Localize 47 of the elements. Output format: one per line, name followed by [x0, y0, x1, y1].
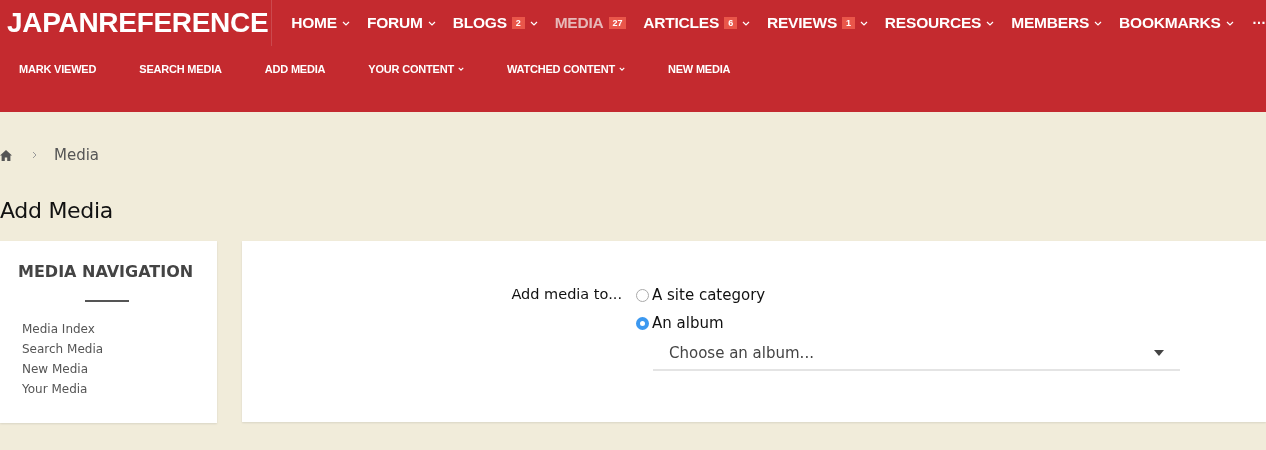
sidebar-title: MEDIA NAVIGATION	[18, 262, 195, 281]
caret-icon	[741, 20, 750, 26]
home-icon[interactable]	[0, 149, 12, 161]
caret-icon	[619, 67, 625, 71]
album-dropdown[interactable]: Choose an album...	[653, 337, 1180, 371]
count-badge: 6	[724, 17, 737, 29]
radio-icon[interactable]	[636, 288, 649, 302]
dropdown-arrow-icon	[1154, 350, 1164, 356]
caret-icon	[529, 20, 538, 26]
page-title: Add Media	[0, 198, 114, 225]
nav-tab[interactable]: HOME	[291, 14, 350, 32]
caret-icon	[859, 20, 868, 26]
nav-tab[interactable]: MEMBERS	[1011, 14, 1103, 32]
nav-tab[interactable]: BOOKMARKS	[1119, 14, 1234, 32]
nav-tab[interactable]: BLOGS 2	[452, 14, 538, 32]
nav-tab[interactable]: FORUM	[366, 14, 436, 32]
count-badge: 1	[842, 17, 855, 29]
subnav-link[interactable]: YOUR CONTENT	[368, 63, 464, 75]
caret-icon	[457, 67, 464, 71]
nav-tab[interactable]: RESOURCES	[884, 14, 995, 32]
radio-option[interactable]: An album	[636, 309, 1180, 337]
sidebar-link[interactable]: Search Media	[22, 339, 217, 359]
caret-icon	[1225, 20, 1234, 26]
radio-option[interactable]: A site category	[636, 281, 1180, 309]
more-menu[interactable]: ···	[1252, 15, 1266, 31]
site-logo[interactable]: JAPANREFERENCE	[0, 7, 272, 39]
radio-icon[interactable]	[636, 316, 649, 330]
sidebar-link[interactable]: New Media	[22, 359, 217, 379]
caret-icon	[1094, 20, 1103, 26]
subnav-link[interactable]: ADD MEDIA	[264, 63, 326, 75]
subnav-link[interactable]: WATCHED CONTENT	[506, 63, 625, 75]
caret-icon	[427, 20, 436, 26]
nav-tab[interactable]: ARTICLES 6	[643, 14, 750, 32]
sidebar-link[interactable]: Media Index	[22, 319, 217, 339]
caret-icon	[986, 20, 995, 26]
subnav-link[interactable]: MARK VIEWED	[19, 63, 97, 75]
subnav-link[interactable]: SEARCH MEDIA	[139, 63, 222, 75]
chevron-icon	[32, 151, 37, 159]
breadcrumb-link[interactable]: Media	[54, 146, 100, 164]
count-badge: 27	[608, 17, 627, 29]
subnav-link[interactable]: NEW MEDIA	[668, 63, 731, 75]
sidebar-link[interactable]: Your Media	[22, 379, 217, 399]
nav-tab[interactable]: REVIEWS 1	[766, 14, 868, 32]
caret-icon	[341, 20, 350, 26]
nav-tab[interactable]: MEDIA 27	[554, 14, 627, 32]
count-badge: 2	[511, 17, 525, 29]
field-label: Add media to...	[510, 285, 622, 304]
